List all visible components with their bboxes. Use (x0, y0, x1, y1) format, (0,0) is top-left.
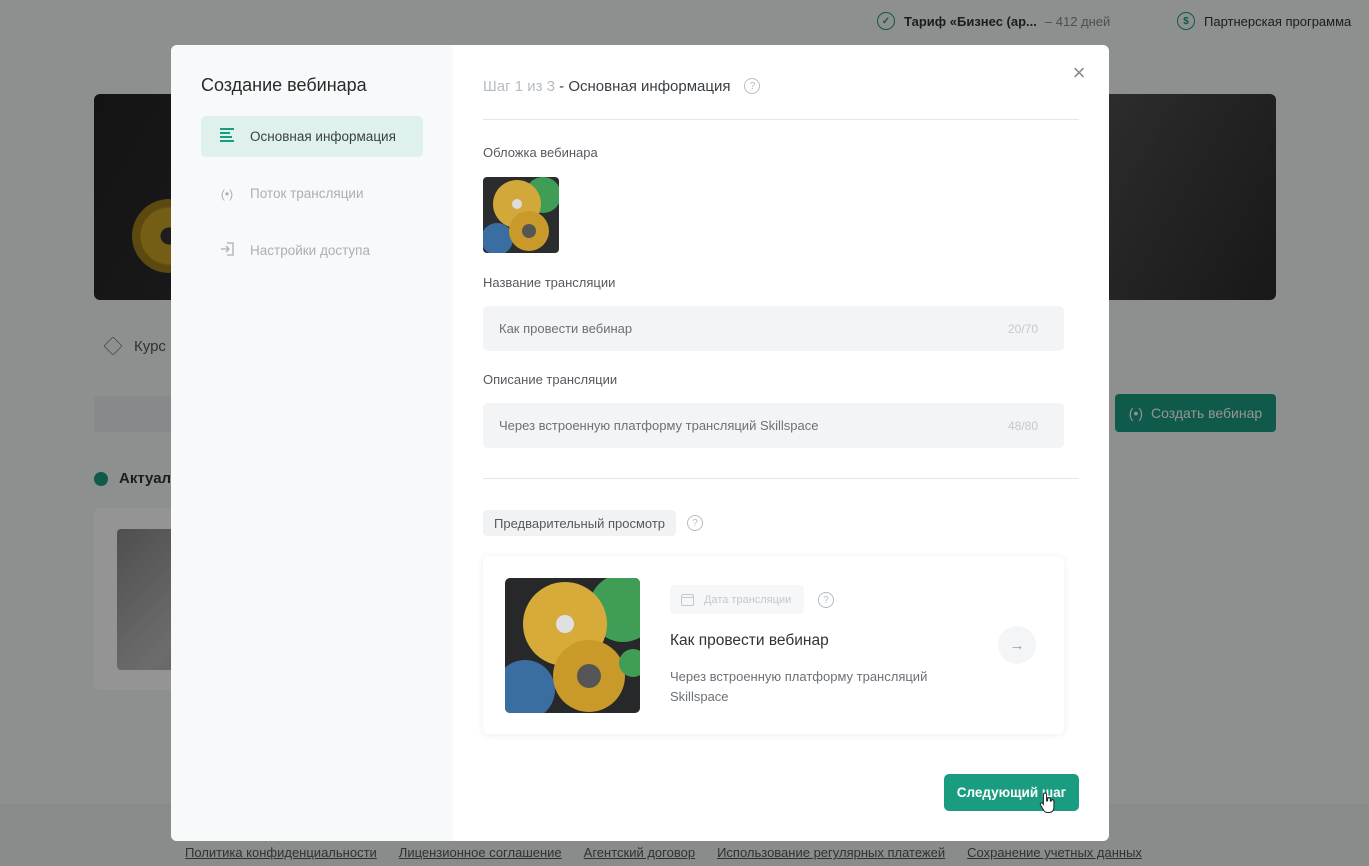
description-label: Описание трансляции (483, 372, 618, 387)
modal-content: × Шаг 1 из 3 - Основная информация ? Обл… (453, 45, 1109, 841)
cover-image[interactable] (483, 177, 559, 253)
preview-header: Предварительный просмотр ? (483, 510, 1079, 536)
modal-sidebar: Создание вебинара Основная информация (•… (171, 45, 453, 841)
nav-item-basic-info[interactable]: Основная информация (201, 116, 423, 157)
next-step-button[interactable]: Следующий шаг (944, 774, 1079, 811)
webinar-description-input[interactable]: Через встроенную платформу трансляций Sk… (483, 403, 1064, 448)
login-icon (219, 242, 235, 259)
preview-card: Дата трансляции ? Как провести вебинар Ч… (483, 556, 1064, 734)
nav-item-stream[interactable]: (•) Поток трансляции (201, 173, 423, 214)
date-chip-label: Дата трансляции (704, 593, 792, 606)
nav-item-label: Основная информация (250, 129, 396, 144)
step-header: Шаг 1 из 3 - Основная информация ? (483, 75, 1079, 97)
text-lines-icon (219, 126, 235, 147)
step-name: Основная информация (568, 77, 731, 95)
step-number: Шаг 1 из 3 (483, 77, 556, 95)
broadcast-date-chip: Дата трансляции (670, 585, 805, 614)
preview-tag: Предварительный просмотр (483, 510, 677, 536)
webinar-name-input[interactable]: Как провести вебинар 20/70 (483, 306, 1064, 351)
nav-item-access[interactable]: Настройки доступа (201, 230, 423, 271)
close-icon[interactable]: × (1069, 62, 1089, 84)
name-label: Название трансляции (483, 275, 616, 290)
help-icon[interactable]: ? (818, 592, 834, 608)
hand-cursor-icon (1039, 792, 1055, 813)
webinar-description-value: Через встроенную платформу трансляций Sk… (499, 418, 819, 433)
divider (483, 119, 1079, 120)
cover-label: Обложка вебинара (483, 145, 598, 160)
preview-image (505, 578, 640, 713)
help-icon[interactable]: ? (744, 78, 761, 94)
description-char-counter: 48/80 (1007, 418, 1038, 433)
nav-item-label: Настройки доступа (250, 243, 370, 258)
step-separator: - (555, 77, 569, 95)
preview-title: Как провести вебинар (670, 632, 829, 649)
help-icon[interactable]: ? (687, 515, 704, 531)
create-webinar-modal: Создание вебинара Основная информация (•… (171, 45, 1109, 841)
broadcast-icon: (•) (220, 186, 234, 201)
nav-item-label: Поток трансляции (250, 186, 364, 201)
calendar-icon (681, 593, 694, 606)
webinar-name-value: Как провести вебинар (499, 321, 633, 336)
arrow-right-icon[interactable]: → (998, 626, 1036, 664)
preview-description: Через встроенную платформу трансляций Sk… (670, 669, 928, 704)
divider (483, 478, 1079, 479)
modal-title: Создание вебинара (201, 75, 367, 95)
name-char-counter: 20/70 (1007, 321, 1038, 336)
